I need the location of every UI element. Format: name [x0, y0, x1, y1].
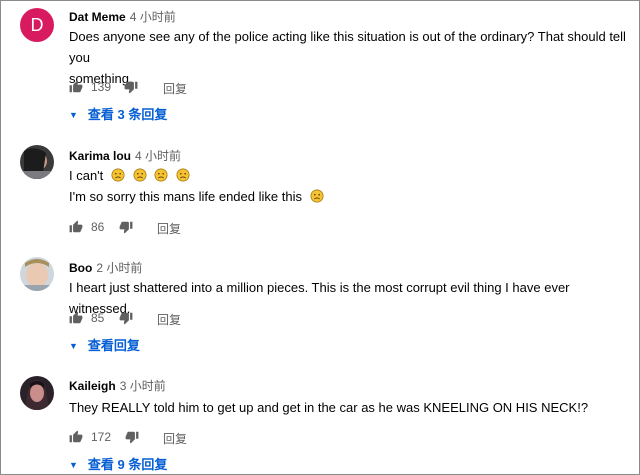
comment-text-line: I'm so sorry this mans life ended like t… — [69, 186, 629, 207]
comment-header: Dat Meme 4 小时前 — [69, 8, 176, 25]
comment-text-line: Does anyone see any of the police acting… — [69, 29, 626, 65]
view-replies-label: 查看 3 条回复 — [87, 107, 168, 122]
author-name[interactable]: Kaileigh — [69, 379, 116, 393]
view-replies-button[interactable]: ▼ 查看 3 条回复 — [69, 104, 167, 123]
comment-time[interactable]: 3 小时前 — [120, 379, 166, 393]
comment-actions: 172 回复 — [69, 430, 269, 448]
author-name[interactable]: Karima lou — [69, 149, 131, 163]
like-count: 85 — [91, 311, 105, 325]
author-name[interactable]: Boo — [69, 261, 92, 275]
comment-header: Boo 2 小时前 — [69, 259, 142, 276]
like-count: 172 — [91, 430, 112, 444]
comment-time[interactable]: 4 小时前 — [130, 10, 176, 24]
view-replies-label: 查看回复 — [87, 338, 140, 353]
comment-text: I can't I'm so sorry this mans life ende… — [69, 165, 629, 207]
thumb-up-icon[interactable] — [69, 220, 83, 234]
caret-down-icon: ▼ — [69, 110, 78, 120]
reply-button[interactable]: 回复 — [163, 80, 187, 97]
thumb-up-icon[interactable] — [69, 430, 83, 444]
comment-text-line: They REALLY told him to get up and get i… — [69, 400, 589, 415]
reply-button[interactable]: 回复 — [157, 220, 181, 237]
reply-button[interactable]: 回复 — [157, 311, 181, 328]
comment-text-prefix: I can't — [69, 168, 104, 183]
like-count: 139 — [91, 80, 112, 94]
thumb-down-icon[interactable] — [125, 430, 139, 444]
comment-actions: 85 回复 — [69, 311, 269, 329]
comment-text: They REALLY told him to get up and get i… — [69, 397, 629, 418]
comment-text-line: I can't — [69, 165, 629, 186]
sad-face-emoji — [176, 168, 190, 182]
comment-actions: 86 回复 — [69, 220, 269, 238]
avatar[interactable] — [20, 145, 54, 179]
comment-time[interactable]: 4 小时前 — [135, 149, 181, 163]
avatar[interactable]: D — [20, 8, 54, 42]
comment-header: Kaileigh 3 小时前 — [69, 377, 166, 394]
comment-actions: 139 回复 — [69, 80, 269, 98]
avatar[interactable] — [20, 376, 54, 410]
view-replies-label: 查看 9 条回复 — [87, 457, 168, 472]
thumb-up-icon[interactable] — [69, 80, 83, 94]
avatar[interactable] — [20, 257, 54, 291]
like-count: 86 — [91, 220, 105, 234]
author-name[interactable]: Dat Meme — [69, 10, 126, 24]
sad-face-emoji — [154, 168, 168, 182]
comment-header: Karima lou 4 小时前 — [69, 147, 181, 164]
sad-face-emoji — [111, 168, 125, 182]
sad-face-emoji — [310, 189, 324, 203]
thumb-down-icon[interactable] — [119, 311, 133, 325]
thumb-down-icon[interactable] — [124, 80, 138, 94]
view-replies-button[interactable]: ▼ 查看回复 — [69, 335, 140, 354]
caret-down-icon: ▼ — [69, 460, 78, 470]
thumb-up-icon[interactable] — [69, 311, 83, 325]
view-replies-button[interactable]: ▼ 查看 9 条回复 — [69, 454, 167, 473]
caret-down-icon: ▼ — [69, 341, 78, 351]
sad-face-emoji — [133, 168, 147, 182]
thumb-down-icon[interactable] — [119, 220, 133, 234]
reply-button[interactable]: 回复 — [163, 430, 187, 447]
comment-time[interactable]: 2 小时前 — [96, 261, 142, 275]
comment-text-body: I'm so sorry this mans life ended like t… — [69, 189, 302, 204]
